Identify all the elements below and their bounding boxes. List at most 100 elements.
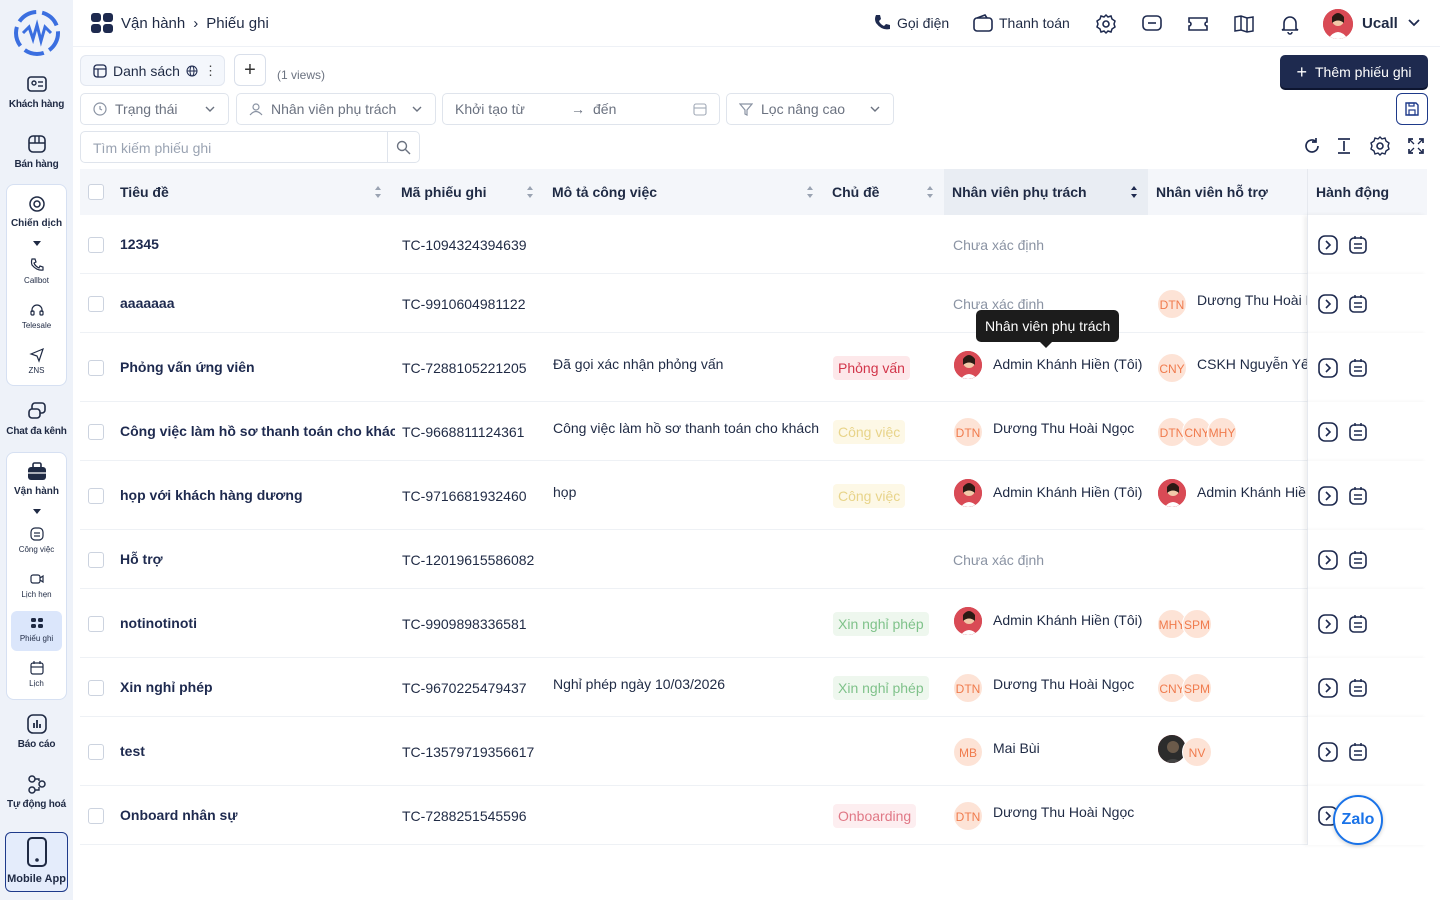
open-detail-icon[interactable] — [1318, 486, 1338, 506]
sidebar-item-campaign[interactable]: Chiến dịch — [7, 195, 66, 229]
table-row[interactable]: Xin nghỉ phép TC-9670225479437 Nghỉ phép n… — [80, 658, 1427, 717]
user-name[interactable]: Ucall — [1362, 15, 1398, 32]
open-detail-icon[interactable] — [1318, 422, 1338, 442]
column-header-title[interactable]: Tiêu đề — [120, 169, 390, 215]
sort-icon[interactable] — [1130, 185, 1138, 199]
message-icon[interactable] — [1141, 13, 1163, 35]
refresh-icon[interactable] — [1302, 136, 1322, 156]
table-row[interactable]: 12345 TC-1094324394639 Chưa xác định — [80, 215, 1427, 274]
date-to-input[interactable]: đến — [593, 101, 616, 117]
row-checkbox[interactable] — [88, 488, 104, 504]
column-header-support[interactable]: Nhân viên hỗ trợ — [1156, 169, 1306, 215]
row-checkbox[interactable] — [88, 808, 104, 824]
task-list-icon[interactable] — [1348, 294, 1368, 314]
row-checkbox[interactable] — [88, 360, 104, 376]
task-list-icon[interactable] — [1348, 358, 1368, 378]
ticket-title[interactable]: 12345 — [120, 236, 395, 252]
breadcrumb-item-operations[interactable]: Vận hành — [121, 15, 185, 32]
chevron-down-icon[interactable] — [1407, 16, 1421, 30]
search-button[interactable] — [387, 132, 419, 162]
payment-button[interactable]: Thanh toán — [973, 14, 1070, 32]
status-filter[interactable]: Trạng thái — [80, 93, 229, 125]
sidebar-item-tasks[interactable]: Công việc — [7, 526, 66, 554]
task-list-icon[interactable] — [1348, 614, 1368, 634]
fullscreen-icon[interactable] — [1406, 136, 1426, 156]
sort-icon[interactable] — [526, 185, 534, 199]
sidebar-item-calendar[interactable]: Lịch — [7, 660, 66, 688]
sort-icon[interactable] — [926, 185, 934, 199]
task-list-icon[interactable] — [1348, 678, 1368, 698]
sidebar-item-operations[interactable]: Vận hành — [7, 461, 66, 497]
row-checkbox[interactable] — [88, 237, 104, 253]
ticket-title[interactable]: test — [120, 743, 395, 759]
table-row[interactable]: notinotinoti TC-9909898336581 Xin nghỉ phé… — [80, 589, 1427, 658]
sidebar-item-zns[interactable]: ZNS — [7, 347, 66, 375]
bell-icon[interactable] — [1279, 13, 1301, 35]
ucall-logo[interactable] — [14, 10, 60, 56]
save-view-button[interactable] — [1396, 93, 1428, 125]
task-list-icon[interactable] — [1348, 235, 1368, 255]
row-checkbox[interactable] — [88, 296, 104, 312]
table-row[interactable]: họp với khách hàng dương TC-9716681932460… — [80, 461, 1427, 530]
zalo-chat-button[interactable]: Zalo — [1333, 795, 1383, 845]
book-icon[interactable] — [1233, 13, 1255, 35]
select-all-checkbox[interactable] — [88, 184, 104, 200]
ticket-title[interactable]: notinotinoti — [120, 615, 395, 631]
open-detail-icon[interactable] — [1318, 678, 1338, 698]
table-row[interactable]: Onboard nhân sự TC-7288251545596 Onboardin… — [80, 786, 1427, 845]
open-detail-icon[interactable] — [1318, 550, 1338, 570]
date-range-filter[interactable]: Khởi tạo từ → đến — [442, 93, 720, 125]
open-detail-icon[interactable] — [1318, 294, 1338, 314]
add-ticket-button[interactable]: + Thêm phiếu ghi — [1280, 55, 1428, 88]
ticket-title[interactable]: Onboard nhân sự — [120, 807, 395, 823]
chevron-down-icon[interactable] — [33, 509, 41, 514]
sidebar-item-reports[interactable]: Báo cáo — [0, 713, 73, 750]
table-row[interactable]: Phỏng vấn ứng viên TC-7288105221205 Đã gọi… — [80, 333, 1427, 402]
column-header-description[interactable]: Mô tả công việc — [552, 169, 812, 215]
sort-icon[interactable] — [806, 185, 814, 199]
row-checkbox[interactable] — [88, 552, 104, 568]
column-header-code[interactable]: Mã phiếu ghi — [401, 169, 541, 215]
sidebar-item-sales[interactable]: Bán hàng — [0, 133, 73, 170]
column-header-topic[interactable]: Chủ đề — [832, 169, 932, 215]
table-row[interactable]: Hỗ trợ TC-12019615586082 Chưa xác định — [80, 530, 1427, 589]
sidebar-item-telesale[interactable]: Telesale — [7, 302, 66, 330]
column-header-assignee[interactable]: Nhân viên phụ trách — [944, 169, 1148, 215]
ticket-title[interactable]: Hỗ trợ — [120, 551, 395, 567]
column-height-icon[interactable] — [1334, 136, 1354, 156]
ticket-title[interactable]: Công việc làm hồ sơ thanh toán cho khách — [120, 423, 395, 439]
open-detail-icon[interactable] — [1318, 742, 1338, 762]
sidebar-item-tickets[interactable]: Phiếu ghi — [11, 611, 62, 651]
sort-icon[interactable] — [374, 185, 382, 199]
sidebar-item-automation[interactable]: Tự động hoá — [0, 773, 73, 810]
search-input[interactable]: Tìm kiếm phiếu ghi — [93, 140, 211, 156]
mobile-app-button[interactable]: Mobile App — [5, 832, 68, 892]
open-detail-icon[interactable] — [1318, 614, 1338, 634]
sidebar-item-appointments[interactable]: Lịch hẹn — [7, 571, 66, 599]
assignee-filter[interactable]: Nhân viên phụ trách — [236, 93, 436, 125]
sidebar-item-customers[interactable]: Khách hàng — [0, 73, 73, 110]
row-checkbox[interactable] — [88, 744, 104, 760]
more-vertical-icon[interactable]: ⋮ — [204, 63, 217, 79]
call-button[interactable]: Gọi điện — [873, 14, 949, 32]
view-tab-list[interactable]: Danh sách ⋮ — [80, 55, 225, 86]
settings-icon[interactable] — [1370, 136, 1390, 156]
open-detail-icon[interactable] — [1318, 235, 1338, 255]
ticket-title[interactable]: họp với khách hàng dương — [120, 487, 395, 503]
ticket-title[interactable]: Xin nghỉ phép — [120, 679, 395, 695]
table-row[interactable]: aaaaaaa TC-9910604981122 Chưa xác định DTN D… — [80, 274, 1427, 333]
row-checkbox[interactable] — [88, 616, 104, 632]
row-checkbox[interactable] — [88, 680, 104, 696]
task-list-icon[interactable] — [1348, 742, 1368, 762]
chevron-down-icon[interactable] — [33, 241, 41, 246]
table-row[interactable]: Công việc làm hồ sơ thanh toán cho khách… — [80, 402, 1427, 461]
settings-icon[interactable] — [1095, 13, 1117, 35]
ticket-outline-icon[interactable] — [1187, 13, 1209, 35]
row-checkbox[interactable] — [88, 424, 104, 440]
ticket-title[interactable]: Phỏng vấn ứng viên — [120, 359, 395, 375]
task-list-icon[interactable] — [1348, 550, 1368, 570]
task-list-icon[interactable] — [1348, 422, 1368, 442]
date-from-input[interactable]: Khởi tạo từ — [455, 101, 555, 117]
sidebar-item-omnichat[interactable]: Chat đa kênh — [0, 400, 73, 437]
open-detail-icon[interactable] — [1318, 358, 1338, 378]
